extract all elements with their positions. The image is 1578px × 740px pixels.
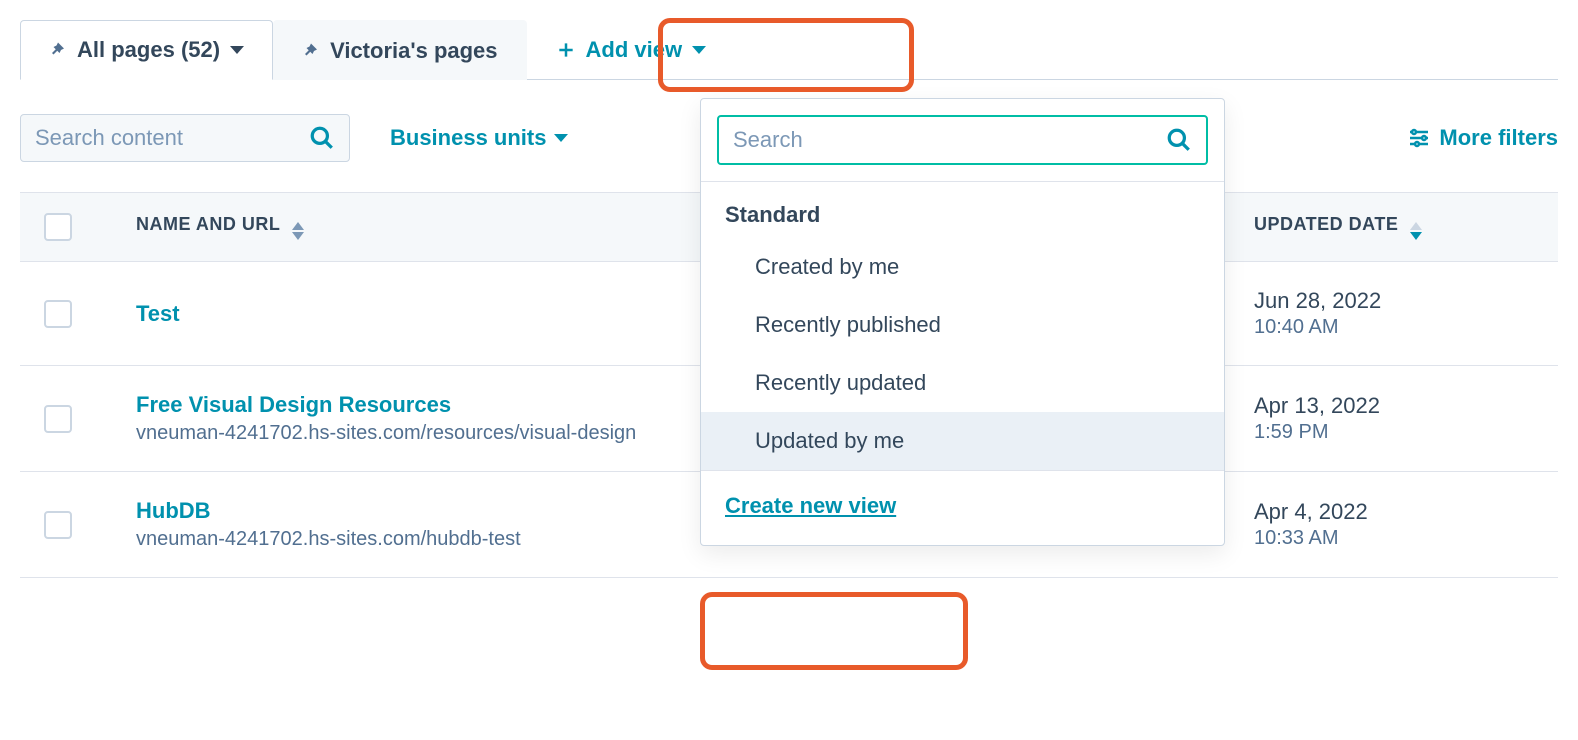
popover-item[interactable]: Updated by me — [701, 412, 1224, 470]
updated-date: Apr 4, 2022 — [1254, 499, 1534, 525]
row-checkbox[interactable] — [44, 511, 72, 539]
tab-all-pages[interactable]: All pages (52) — [20, 20, 273, 80]
search-icon — [1166, 127, 1192, 153]
row-checkbox[interactable] — [44, 300, 72, 328]
highlight-create-new-view — [700, 592, 968, 670]
updated-time: 10:40 AM — [1254, 316, 1534, 339]
popover-search-input[interactable] — [733, 127, 1133, 153]
search-input[interactable] — [35, 125, 275, 151]
chevron-down-icon — [554, 134, 568, 142]
select-all-checkbox[interactable] — [44, 213, 72, 241]
popover-item[interactable]: Recently updated — [701, 354, 1224, 412]
sort-icon — [1410, 222, 1422, 240]
sliders-icon — [1407, 126, 1431, 150]
tab-victoria-pages[interactable]: Victoria's pages — [273, 20, 526, 80]
tab-add-view[interactable]: Add view — [527, 20, 736, 80]
search-icon — [309, 125, 335, 151]
pin-icon — [302, 42, 320, 60]
more-filters-button[interactable]: More filters — [1407, 125, 1558, 151]
updated-time: 10:33 AM — [1254, 527, 1534, 550]
chevron-down-icon — [692, 46, 706, 54]
create-new-view-link[interactable]: Create new view — [725, 493, 896, 518]
add-view-popover: Standard Created by meRecently published… — [700, 98, 1225, 546]
popover-section-label: Standard — [701, 182, 1224, 238]
chevron-down-icon — [230, 46, 244, 54]
pin-icon — [49, 41, 67, 59]
business-units-label: Business units — [390, 125, 546, 151]
sort-icon — [292, 222, 304, 240]
tab-victoria-label: Victoria's pages — [330, 38, 497, 64]
popover-search-box[interactable] — [717, 115, 1208, 165]
updated-date: Jun 28, 2022 — [1254, 288, 1534, 314]
popover-item[interactable]: Created by me — [701, 238, 1224, 296]
more-filters-label: More filters — [1439, 125, 1558, 151]
updated-time: 1:59 PM — [1254, 421, 1534, 444]
popover-item[interactable]: Recently published — [701, 296, 1224, 354]
row-checkbox[interactable] — [44, 405, 72, 433]
plus-icon — [556, 40, 576, 60]
updated-date: Apr 13, 2022 — [1254, 393, 1534, 419]
column-header-updated[interactable]: UPDATED DATE — [1254, 214, 1534, 240]
tab-all-pages-label: All pages (52) — [77, 37, 220, 63]
search-content-box[interactable] — [20, 114, 350, 162]
business-units-filter[interactable]: Business units — [390, 125, 568, 151]
tab-add-view-label: Add view — [586, 37, 683, 63]
tabs-bar: All pages (52) Victoria's pages Add view — [20, 20, 1558, 80]
